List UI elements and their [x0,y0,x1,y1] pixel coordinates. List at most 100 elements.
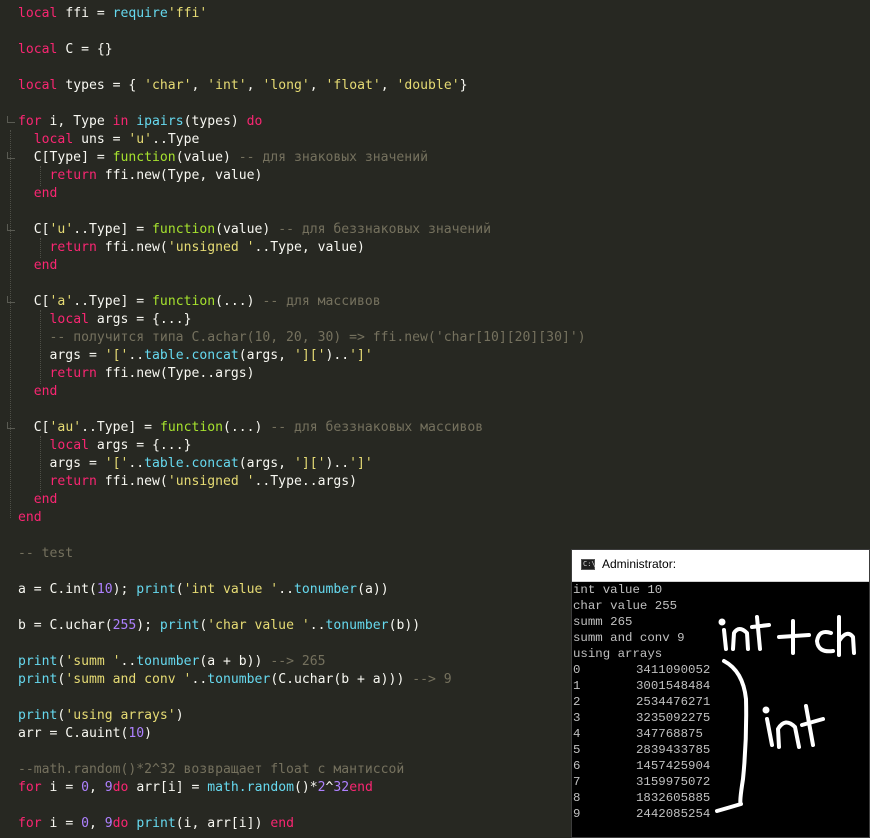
code-token: 255 [112,618,137,633]
code-line[interactable]: print('summ '..tonumber(a + b)) --> 265 [18,653,326,671]
code-token: C[ [18,222,50,237]
console-row-index: 7 [573,775,581,789]
code-line[interactable]: end [18,185,58,203]
console-row-index: 6 [573,759,581,773]
fold-marker[interactable] [7,116,15,123]
code-token: ffi.new(Type..args) [104,366,255,381]
console-window[interactable]: C:\ Administrator: int value 10 char valu… [571,549,870,838]
code-token: ffi.new( [104,240,168,255]
code-line[interactable]: C['a'..Type] = function(...) -- для масс… [18,293,381,311]
code-token: args = [18,456,105,471]
code-token: ) [144,726,153,741]
code-line[interactable]: local args = {...} [18,437,192,455]
code-token: .. [309,618,326,633]
code-line[interactable]: local args = {...} [18,311,192,329]
code-token: function [159,420,224,435]
code-token: , [88,780,105,795]
console-line: summ and conv 9 [573,631,685,645]
code-token: .. [128,456,145,471]
console-line: char value 255 [573,599,678,613]
code-token: local [18,78,66,93]
code-token: for [18,816,50,831]
code-line[interactable]: args = '['..table.concat(args, '][')..']… [18,347,373,365]
code-token: , [88,816,105,831]
code-line[interactable]: for i = 0, 9do arr[i] = math.random()*2^… [18,779,373,797]
code-line[interactable]: for i = 0, 9do print(i, arr[i]) end [18,815,294,833]
code-token: i = [49,780,82,795]
code-token: arr[i] = [136,780,208,795]
code-token: print [136,582,176,597]
code-line[interactable]: return ffi.new('unsigned '..Type..args) [18,473,357,491]
code-line[interactable]: local uns = 'u'..Type [18,131,200,149]
code-token: (args, [238,456,294,471]
console-title-bar[interactable]: C:\ Administrator: [572,550,869,582]
code-token: -- получится типа C.achar(10, 20, 30) =>… [49,330,586,345]
fold-marker[interactable] [7,152,15,159]
code-token: 'double' [396,78,460,93]
code-token: do [112,780,137,795]
code-token: local [18,42,66,57]
code-token: 'float' [325,78,381,93]
code-token: --> 265 [270,654,326,669]
code-line[interactable]: return ffi.new(Type, value) [18,167,263,185]
fold-marker[interactable] [7,296,15,303]
code-line[interactable]: end [18,491,58,509]
code-line[interactable]: local types = { 'char', 'int', 'long', '… [18,77,467,95]
code-line[interactable]: print('summ and conv '..tonumber(C.uchar… [18,671,452,689]
code-line[interactable]: arr = C.auint(10) [18,725,152,743]
code-line[interactable]: end [18,383,58,401]
code-token: table.concat [144,348,239,363]
code-line[interactable]: return ffi.new(Type..args) [18,365,255,383]
code-line[interactable]: end [18,257,58,275]
code-line[interactable]: C[Type] = function(value) -- для знаковы… [18,149,428,167]
fold-marker[interactable] [7,422,15,429]
console-row-index: 4 [573,727,581,741]
console-row: 8 1832605885 [573,790,710,806]
code-token: ); [112,582,137,597]
console-row-value: 1832605885 [636,791,711,805]
code-token: args = [18,348,105,363]
code-token: return [49,366,105,381]
code-token: -- для массивов [262,294,381,309]
code-token: i = [49,816,82,831]
code-token: C = {} [65,42,113,57]
code-token: for [18,780,50,795]
code-token: .. [128,348,145,363]
console-row-value: 3001548484 [636,679,711,693]
code-token: local [49,312,97,327]
code-line[interactable]: return ffi.new('unsigned '..Type, value) [18,239,365,257]
console-row: 0 3411090052 [573,662,710,678]
code-line[interactable]: end [18,509,42,527]
code-token: 'a' [49,294,74,309]
code-token: 'summ and conv ' [65,672,192,687]
code-token: table.concat [144,456,239,471]
code-line[interactable]: for i, Type in ipairs(types) do [18,113,262,131]
code-token: types = { [65,78,145,93]
code-line[interactable]: a = C.int(10); print('int value '..tonum… [18,581,389,599]
code-token: , [309,78,326,93]
code-token: 'unsigned ' [167,474,255,489]
code-token: 'long' [262,78,310,93]
code-line[interactable]: C['au'..Type] = function(...) -- для без… [18,419,483,437]
fold-marker[interactable] [7,224,15,231]
code-line[interactable]: args = '['..table.concat(args, '][')..']… [18,455,373,473]
code-line[interactable]: print('using arrays') [18,707,184,725]
code-line[interactable]: local ffi = require'ffi' [18,5,207,23]
code-line[interactable]: b = C.uchar(255); print('char value '..t… [18,617,420,635]
code-line[interactable]: C['u'..Type] = function(value) -- для бе… [18,221,491,239]
code-line[interactable]: -- получится типа C.achar(10, 20, 30) =>… [18,329,586,347]
code-line[interactable]: --math.random()*2^32 возвращает float с … [18,761,404,779]
code-line[interactable]: local C = {} [18,41,113,59]
code-line[interactable]: -- test [18,545,73,563]
code-token: print [136,816,176,831]
code-token: end [33,258,58,273]
code-token: args = {...} [96,438,192,453]
code-token: -- test [18,546,74,561]
code-token: end [349,780,373,795]
